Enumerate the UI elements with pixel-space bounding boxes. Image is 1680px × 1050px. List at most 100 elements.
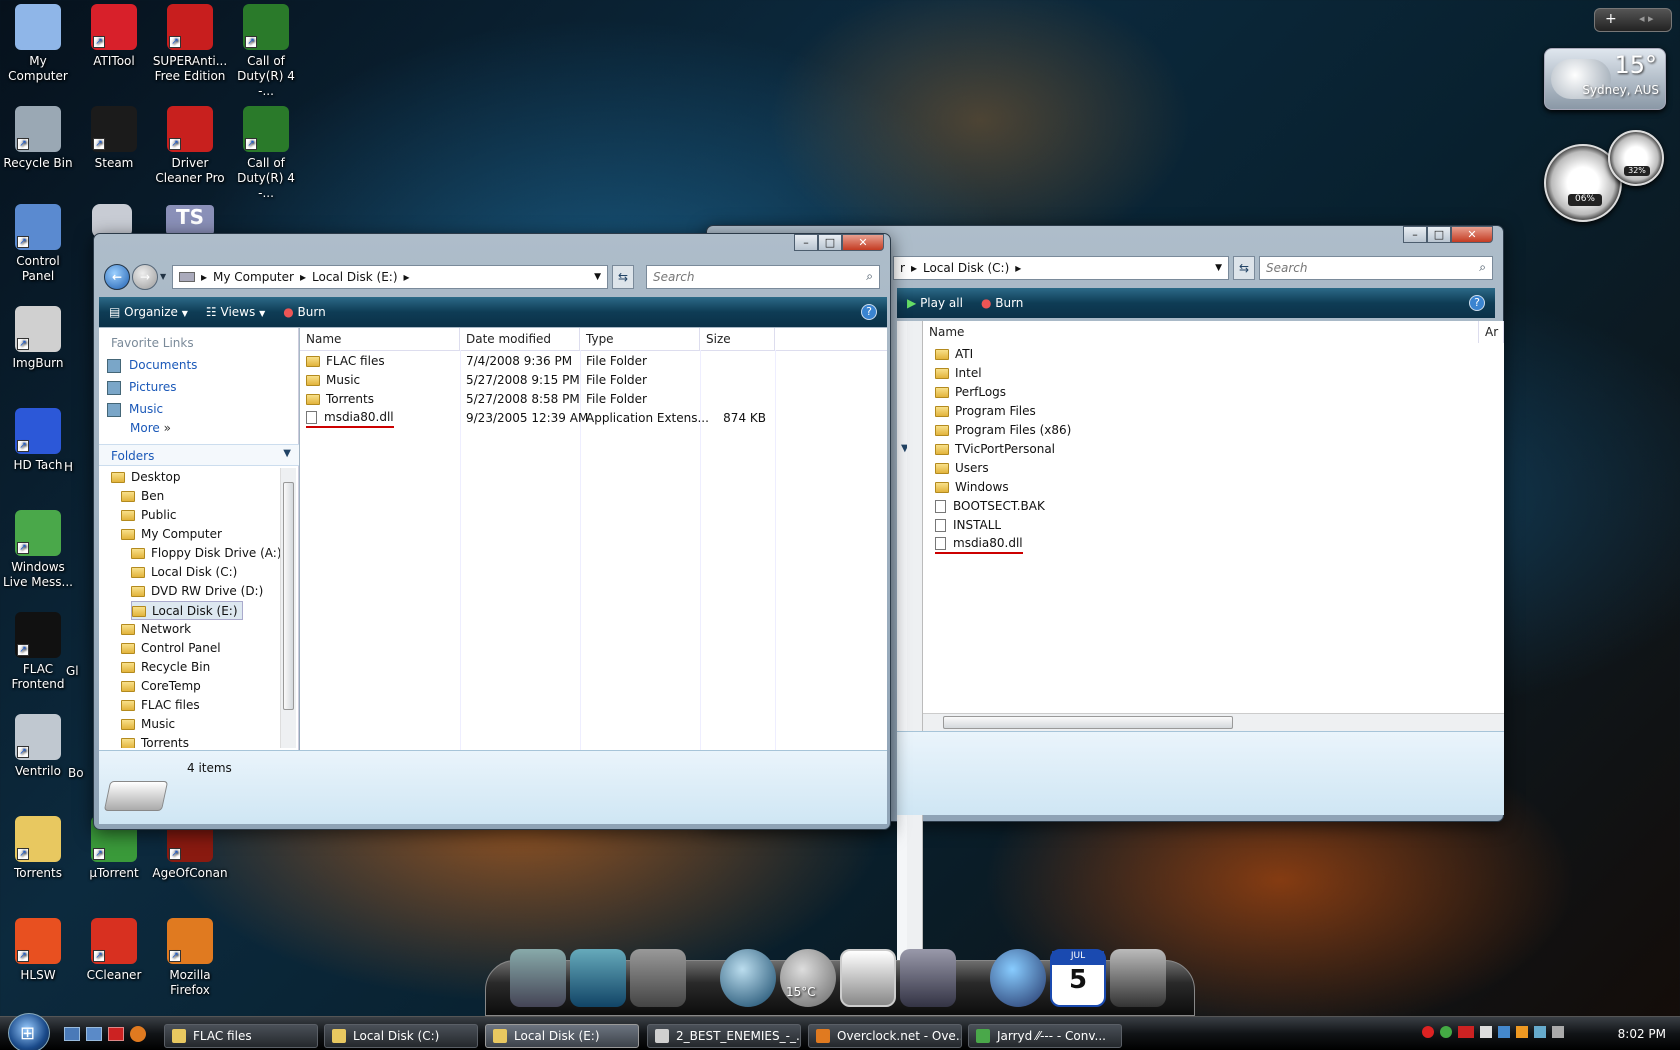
trash-dock-icon[interactable]	[1110, 949, 1166, 1007]
close-button[interactable]: ✕	[1451, 226, 1493, 243]
tree-item[interactable]: My Computer	[121, 525, 222, 544]
weather-gadget[interactable]: 15° Sydney, AUS	[1544, 48, 1666, 110]
tree-item[interactable]: Recycle Bin	[121, 658, 210, 677]
desktop-icon[interactable]: ↗ Call of Duty(R) 4 -...	[228, 4, 304, 99]
ati-tray-icon[interactable]	[1458, 1026, 1474, 1038]
play-all-button[interactable]: ▶ Play all	[907, 296, 963, 310]
help-icon[interactable]: ?	[861, 304, 877, 320]
volume-icon[interactable]	[1552, 1026, 1564, 1038]
tree-item[interactable]: Local Disk (C:)	[131, 563, 237, 582]
desktop-icon[interactable]: ↗ Control Panel	[0, 204, 76, 284]
desktop-icon[interactable]: ↗ Torrents	[0, 816, 76, 881]
file-row[interactable]: Program Files (x86)	[935, 421, 1071, 440]
desktop-icon[interactable]: ↗ FLAC Frontend	[0, 612, 76, 692]
tree-item[interactable]: Public	[121, 506, 177, 525]
alien-dock-icon[interactable]	[840, 949, 896, 1007]
desktop-icon[interactable]: ↗ Call of Duty(R) 4 -...	[228, 106, 304, 201]
firefox-quicklaunch-icon[interactable]	[130, 1026, 146, 1042]
address-bar[interactable]: r ▸ Local Disk (C:) ▸ ▼	[893, 256, 1229, 280]
column-header-name[interactable]: Name	[923, 321, 1479, 343]
taskbar-button[interactable]: Local Disk (E:)	[485, 1024, 639, 1048]
desktop-icon[interactable]: ↗ Steam	[76, 106, 152, 171]
desktop-icon[interactable]: ↗ SUPERAnti... Free Edition	[152, 4, 228, 84]
computer-dock-icon[interactable]	[570, 949, 626, 1007]
history-dropdown-icon[interactable]: ▼	[160, 272, 166, 281]
calendar-dock-icon[interactable]: JUL 5	[1050, 949, 1106, 1007]
address-crumb[interactable]: r	[900, 261, 905, 275]
desktop-icon[interactable]: ↗ CCleaner	[76, 918, 152, 983]
tree-item[interactable]: Floppy Disk Drive (A:)	[131, 544, 282, 563]
scrollbar-thumb[interactable]	[943, 716, 1233, 729]
tree-item[interactable]: Music	[121, 715, 175, 734]
tray-icon[interactable]	[1498, 1026, 1510, 1038]
taskbar-button[interactable]: FLAC files	[164, 1024, 318, 1048]
burn-button[interactable]: ● Burn	[981, 296, 1023, 310]
folders-header[interactable]: Folders ▼	[99, 444, 299, 466]
file-row[interactable]: INSTALL	[935, 516, 1001, 535]
address-crumb-local-disk-c[interactable]: Local Disk (C:)	[923, 261, 1009, 275]
tree-item[interactable]: Local Disk (E:)	[131, 601, 243, 620]
documents-dock-icon[interactable]	[510, 949, 566, 1007]
file-row[interactable]: Program Files	[935, 402, 1036, 421]
globe-dock-icon[interactable]	[720, 949, 776, 1007]
horizontal-scrollbar[interactable]	[923, 713, 1504, 731]
clock[interactable]: 8:02 PM	[1618, 1027, 1666, 1041]
file-row[interactable]: FLAC files 7/4/2008 9:36 PM File Folder	[300, 352, 887, 371]
add-gadget-icon[interactable]: +	[1605, 11, 1617, 27]
minimize-button[interactable]: –	[794, 234, 818, 251]
ram-meter-gadget[interactable]: 32%	[1608, 130, 1664, 186]
scrollbar-thumb[interactable]	[283, 482, 294, 710]
tray-icon[interactable]	[1480, 1026, 1492, 1038]
tree-item[interactable]: Ben	[121, 487, 164, 506]
organize-button[interactable]: ▤ Organize ▼	[109, 305, 188, 319]
search-input[interactable]: Search ⌕	[646, 265, 880, 289]
explorer-window-local-disk-e[interactable]: – □ ✕ ← → ▼ ▸ My Computer ▸ Local Disk (…	[93, 233, 891, 830]
tree-item[interactable]: CoreTemp	[121, 677, 201, 696]
chevron-down-icon[interactable]: ▼	[283, 448, 291, 459]
desktop-icon[interactable]: ↗ HLSW	[0, 918, 76, 983]
burn-button[interactable]: ● Burn	[283, 305, 325, 319]
desktop-icon[interactable]: ↗ ATITool	[76, 4, 152, 69]
file-row[interactable]: Intel	[935, 364, 982, 383]
file-row[interactable]: Windows	[935, 478, 1009, 497]
prev-next-icon[interactable]: ◂ ▸	[1639, 12, 1654, 25]
camera-dock-icon[interactable]	[630, 949, 686, 1007]
column-header-name[interactable]: Name	[300, 328, 460, 350]
favorite-link[interactable]: Documents	[107, 358, 197, 373]
show-desktop-icon[interactable]	[64, 1027, 80, 1041]
desktop-icon[interactable]: ↗ Ventrilo	[0, 714, 76, 779]
switch-windows-icon[interactable]	[86, 1027, 102, 1041]
file-row[interactable]: Torrents 5/27/2008 8:58 PM File Folder	[300, 390, 887, 409]
desktop-icon[interactable]: ↗ Driver Cleaner Pro	[152, 106, 228, 186]
desktop-icon[interactable]: ↗ ImgBurn	[0, 306, 76, 371]
desktop-icon[interactable]: ↗ Windows Live Mess...	[0, 510, 76, 590]
desktop-icon[interactable]: ↗ Recycle Bin	[0, 106, 76, 171]
network-icon[interactable]	[1534, 1026, 1546, 1038]
refresh-icon[interactable]: ⇆	[1233, 256, 1255, 280]
tree-item[interactable]: Desktop	[111, 468, 181, 487]
maximize-button[interactable]: □	[1427, 226, 1451, 243]
address-crumb-local-disk-e[interactable]: Local Disk (E:)	[312, 270, 398, 284]
tray-icon[interactable]	[1422, 1026, 1434, 1038]
music-dock-icon[interactable]	[900, 949, 956, 1007]
address-bar[interactable]: ▸ My Computer ▸ Local Disk (E:) ▸ ▼	[172, 265, 608, 289]
file-row[interactable]: Music 5/27/2008 9:15 PM File Folder	[300, 371, 887, 390]
refresh-icon[interactable]: ⇆	[612, 265, 634, 289]
file-row[interactable]: BOOTSECT.BAK	[935, 497, 1045, 516]
column-header-attributes[interactable]: Ar	[1479, 321, 1504, 343]
column-header-type[interactable]: Type	[580, 328, 700, 350]
weather-dock-icon[interactable]: 15°C	[780, 949, 836, 1007]
tree-item[interactable]: FLAC files	[121, 696, 200, 715]
search-input[interactable]: Search ⌕	[1259, 256, 1493, 280]
sidebar-controls[interactable]: + ◂ ▸	[1594, 8, 1672, 32]
favorite-link[interactable]: Music	[107, 402, 163, 417]
chevron-down-icon[interactable]: ▼	[1215, 263, 1222, 273]
file-row[interactable]: PerfLogs	[935, 383, 1006, 402]
file-row[interactable]: msdia80.dll	[935, 535, 1023, 554]
tray-icon[interactable]	[1516, 1026, 1528, 1038]
forward-button[interactable]: →	[132, 264, 158, 290]
close-button[interactable]: ✕	[842, 234, 884, 251]
settings-dock-icon[interactable]	[990, 949, 1046, 1007]
tree-item[interactable]: Control Panel	[121, 639, 221, 658]
column-header-date-modified[interactable]: Date modified	[460, 328, 580, 350]
